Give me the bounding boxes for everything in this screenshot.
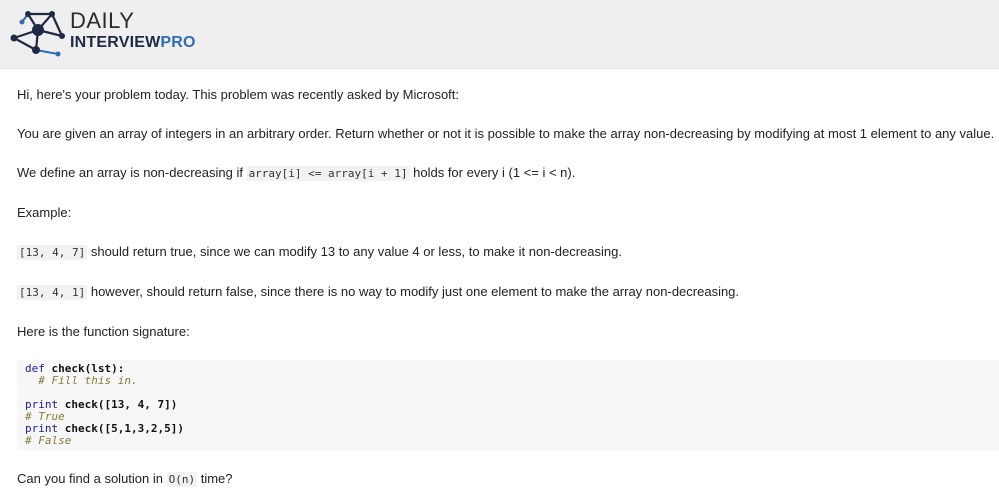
definition-text: We define an array is non-decreasing if … — [17, 164, 575, 183]
code-line-6: check([5,1,3,2,5]) — [58, 422, 184, 435]
definition-post: holds for every i (1 <= i < n). — [409, 165, 576, 180]
intro-text: Hi, here's your problem today. This prob… — [17, 87, 460, 102]
code-comment-fill: # Fill this in. — [25, 374, 138, 387]
example-2-code: [13, 4, 1] — [17, 285, 88, 300]
code-block: def check(lst): # Fill this in. print ch… — [17, 360, 999, 450]
network-nodes-icon — [10, 11, 65, 57]
signature-label: Here is the function signature: — [17, 324, 190, 339]
example-1-text: should return true, since we can modify … — [87, 244, 622, 259]
definition-code: array[i] <= array[i + 1] — [246, 166, 410, 181]
question-text: Can you find a solution in O(n) time? — [17, 470, 233, 489]
brand-interviewpro: INTERVIEWPRO — [70, 34, 196, 52]
example-label: Example: — [17, 205, 72, 220]
brand-pro-text: PRO — [160, 34, 196, 51]
email-header: DAILY INTERVIEWPRO — [0, 0, 999, 69]
example-2: [13, 4, 1] however, should return false,… — [17, 283, 739, 302]
example-1-code: [13, 4, 7] — [17, 245, 88, 260]
question-post: time? — [197, 471, 233, 486]
brand-interview-text: INTERVIEW — [70, 34, 161, 51]
example-2-text: however, should return false, since ther… — [87, 284, 740, 299]
brand-daily: DAILY — [70, 8, 135, 33]
code-comment-false: # False — [25, 434, 72, 447]
example-1: [13, 4, 7] should return true, since we … — [17, 243, 622, 262]
question-pre: Can you find a solution in — [17, 471, 167, 486]
code-line-4: check([13, 4, 7]) — [58, 398, 178, 411]
definition-pre: We define an array is non-decreasing if — [17, 165, 247, 180]
problem-text: You are given an array of integers in an… — [17, 126, 995, 141]
question-code: O(n) — [166, 472, 198, 487]
